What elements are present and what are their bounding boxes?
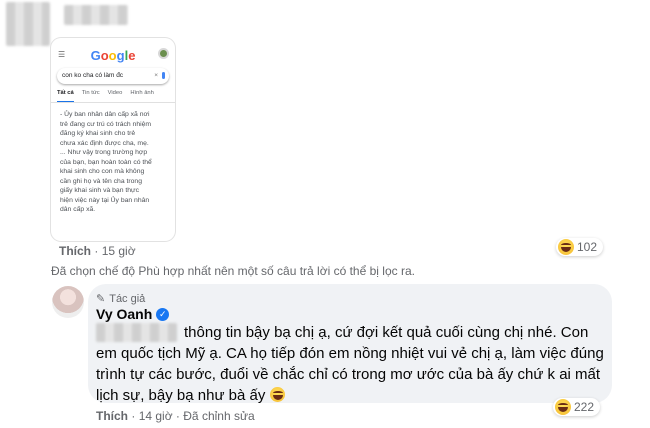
verified-icon: ✓ <box>156 307 170 321</box>
haha-reaction-icon <box>558 239 574 255</box>
snippet-line: trẻ đang cư trú có trách nhiệm <box>60 120 152 128</box>
tab-news: Tin tức <box>81 90 100 96</box>
snippet-line: giấy khai sinh và bạn thực <box>60 187 139 194</box>
reaction-summary[interactable]: 222 <box>553 398 601 416</box>
search-tabs: Tất cả Tin tức Video Hình ảnh <box>57 90 169 102</box>
snippet-line: dân cấp xã. <box>60 206 96 213</box>
haha-reaction-icon <box>555 399 571 415</box>
snippet-line: đăng ký khai sinh cho trẻ <box>60 130 136 137</box>
like-button[interactable]: Thích <box>59 244 91 258</box>
blurred-name <box>6 2 50 46</box>
google-logo: Google <box>90 48 136 63</box>
like-button[interactable]: Thích <box>96 409 128 423</box>
mic-icon <box>162 72 165 79</box>
reply-text: thông tin bậy bạ chị ạ, cứ đợi kết quả c… <box>96 322 606 406</box>
commenter-name: Vy Oanh ✓ <box>96 306 170 322</box>
reply-time[interactable]: 14 giờ <box>139 409 173 423</box>
snippet-line: của bạn, bạn hoàn toàn có thể <box>60 158 152 166</box>
commenter-name-text[interactable]: Vy Oanh <box>96 306 152 322</box>
snippet-line: hiện việc này tại Ủy ban nhân <box>60 196 150 204</box>
pen-icon: ✎ <box>96 293 106 305</box>
search-query: con ko cha có làm đc <box>62 72 124 79</box>
snippet-line: khai sinh cho con mà không <box>60 168 145 175</box>
avatar[interactable] <box>52 286 84 318</box>
attached-screenshot[interactable]: ☰ Google con ko cha có làm đc × Tất cả T… <box>51 38 175 241</box>
profile-avatar-icon <box>158 48 169 59</box>
search-snippet: - Ủy ban nhân dân cấp xã nơi trẻ đang cư… <box>60 110 170 215</box>
tab-all: Tất cả <box>57 90 74 102</box>
separator: · <box>94 244 99 258</box>
tab-video: Video <box>107 90 123 96</box>
reaction-count: 102 <box>577 240 598 254</box>
search-box: con ko cha có làm đc × <box>57 68 169 84</box>
comment-time[interactable]: 15 giờ <box>102 244 136 258</box>
separator: · <box>131 409 136 423</box>
separator: · <box>175 409 180 423</box>
edited-label[interactable]: Đã chỉnh sửa <box>183 409 254 423</box>
author-badge: ✎ Tác giả <box>96 292 146 306</box>
tab-images: Hình ảnh <box>130 90 154 96</box>
reply-text-content: thông tin bậy bạ chị ạ, cứ đợi kết quả c… <box>96 324 604 404</box>
comment-actions: Thích · 15 giờ <box>59 244 136 258</box>
laughing-emoji-icon <box>269 387 285 402</box>
snippet-line: cần ghi họ và tên cha trong <box>60 177 142 185</box>
reply-actions: Thích · 14 giờ · Đã chỉnh sửa <box>96 409 255 423</box>
clear-icon: × <box>154 72 158 79</box>
snippet-line: ... Như vậy trong trường hợp <box>60 149 148 156</box>
filter-notice: Đã chọn chế độ Phù hợp nhất nên một số c… <box>51 264 415 278</box>
blurred-name <box>64 5 128 25</box>
divider <box>51 102 175 103</box>
reaction-summary[interactable]: 102 <box>556 238 604 256</box>
snippet-line: - Ủy ban nhân dân cấp xã nơi <box>60 111 150 118</box>
author-badge-label: Tác giả <box>109 292 146 305</box>
reaction-count: 222 <box>574 400 595 414</box>
snippet-line: chưa xác định được cha, mẹ. <box>60 139 149 147</box>
